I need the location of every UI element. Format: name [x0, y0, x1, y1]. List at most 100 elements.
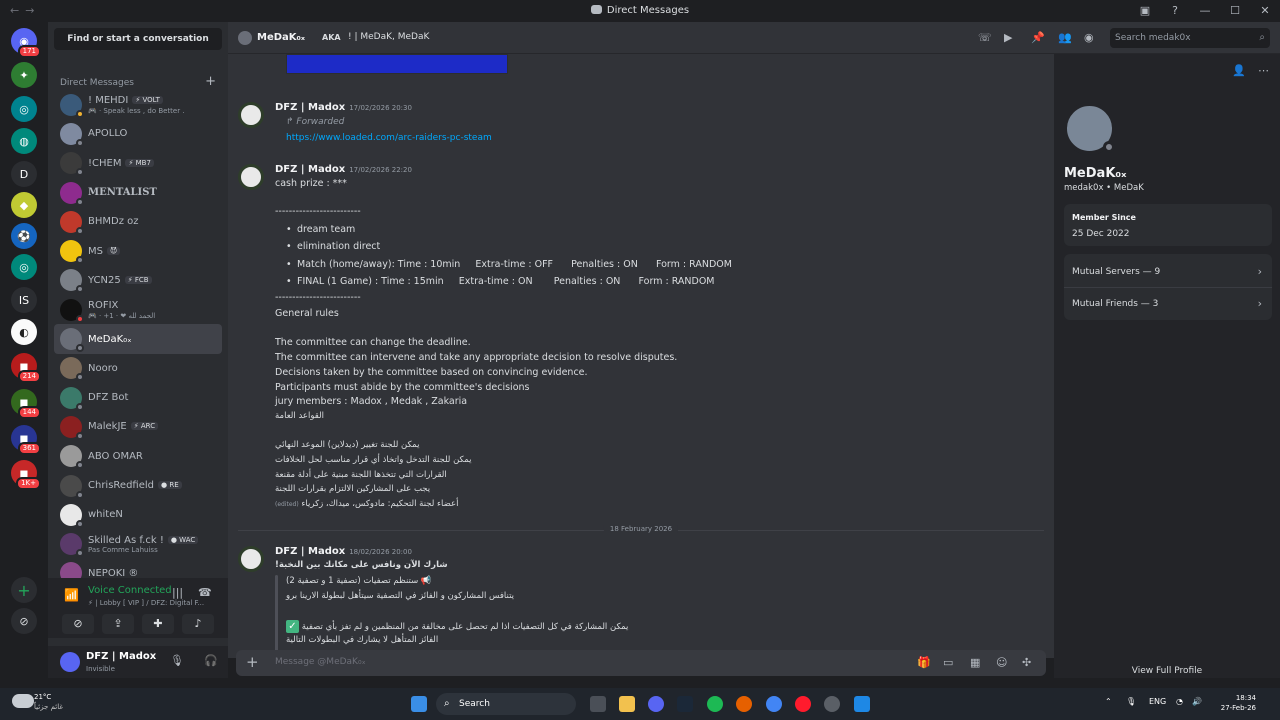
opera-icon[interactable]: [795, 696, 811, 712]
soundboard-icon[interactable]: ♪: [182, 614, 214, 634]
noise-suppression-icon[interactable]: |||: [172, 586, 183, 599]
composer-placeholder[interactable]: Message @MeDaK₀ₓ: [275, 657, 366, 667]
dm-list-item[interactable]: YCN25 ⚡ FCB: [54, 266, 222, 295]
emoji-icon[interactable]: ☺: [996, 656, 1007, 669]
app-icon[interactable]: [854, 696, 870, 712]
add-friend-icon[interactable]: 👤: [1232, 64, 1246, 77]
settings-app-icon[interactable]: [824, 696, 840, 712]
message-author[interactable]: DFZ | Madox 18/02/2026 20:00: [275, 546, 412, 557]
message-composer[interactable]: + Message @MeDaK₀ₓ 🎁 ▭ ▦ ☺ ✣: [236, 650, 1046, 676]
author-name[interactable]: DFZ | Madox: [275, 102, 345, 113]
mutual-friends-button[interactable]: Mutual Friends — 3: [1072, 299, 1158, 309]
language-indicator[interactable]: ENG: [1149, 697, 1166, 706]
screen-share-icon[interactable]: ⇪: [102, 614, 134, 634]
dm-list-item[interactable]: ROFIX 🎮 · +1 · ❤ الحمد لله: [54, 295, 222, 324]
avatar[interactable]: [238, 102, 264, 128]
user-name[interactable]: DFZ | Madox: [86, 651, 156, 662]
help-icon[interactable]: ?: [1160, 0, 1190, 22]
dm-list-item[interactable]: MalekJE ⚡ ARC: [54, 412, 222, 441]
chevron-right-icon[interactable]: ›: [1258, 297, 1262, 310]
firefox-icon[interactable]: [736, 696, 752, 712]
task-view-icon[interactable]: [590, 696, 606, 712]
server-icon[interactable]: ◐: [11, 319, 37, 345]
headphones-icon[interactable]: 🎧: [204, 654, 218, 667]
weather-desc[interactable]: غائم جزئياً: [34, 703, 63, 711]
chat-header-name[interactable]: MeDaK₀ₓ: [257, 32, 305, 43]
avatar[interactable]: [238, 164, 264, 190]
dm-list-item[interactable]: MENTALIST: [54, 178, 222, 207]
server-icon[interactable]: ◼ 144: [11, 389, 41, 419]
mutual-servers-button[interactable]: Mutual Servers — 9: [1072, 267, 1160, 277]
maximize-button[interactable]: ☐: [1220, 0, 1250, 22]
dm-list-item[interactable]: Skilled As f.ck ! ● WAC Pas Comme Lahuiss: [54, 529, 222, 558]
wifi-icon[interactable]: ◔: [1176, 697, 1183, 706]
dm-list-item[interactable]: Nooro: [54, 354, 222, 383]
gift-icon[interactable]: 🎁: [917, 656, 931, 669]
create-dm-button[interactable]: +: [205, 74, 216, 89]
sticker-icon[interactable]: ▦: [970, 656, 980, 669]
microphone-tray-icon[interactable]: 🎙: [1126, 697, 1136, 706]
voice-channel[interactable]: ⚡ | Lobby [ VIP ] / DFZ: Digital F...: [88, 599, 204, 607]
gif-icon[interactable]: ▭: [943, 656, 953, 669]
search-input[interactable]: Search medak0x ⌕: [1110, 28, 1270, 48]
find-conversation-button[interactable]: Find or start a conversation: [54, 28, 222, 50]
dm-list-item[interactable]: !CHEM ⚡ MB7: [54, 149, 222, 178]
activities-icon[interactable]: ✚: [142, 614, 174, 634]
voice-call-icon[interactable]: ☏: [978, 31, 992, 44]
microphone-icon[interactable]: 🎙: [170, 654, 184, 667]
dm-list-item[interactable]: MeDaK₀ₓ: [54, 324, 222, 354]
server-icon[interactable]: ◎: [11, 96, 37, 122]
tray-chevron-icon[interactable]: ⌃: [1105, 697, 1112, 706]
message-link[interactable]: https://www.loaded.com/arc-raiders-pc-st…: [286, 133, 492, 143]
dm-list-item[interactable]: APOLLO: [54, 119, 222, 148]
spotify-icon[interactable]: [707, 696, 723, 712]
server-icon[interactable]: ◼ 214: [11, 353, 41, 383]
dm-list-item[interactable]: BHMDz oz: [54, 207, 222, 236]
more-options-icon[interactable]: ⋯: [1258, 64, 1269, 77]
server-icon[interactable]: ◉ 171: [11, 28, 41, 58]
embed-image[interactable]: [286, 54, 508, 74]
avatar[interactable]: [60, 652, 80, 672]
server-icon[interactable]: ◼ 361: [11, 425, 41, 455]
server-icon[interactable]: ◎: [11, 254, 37, 280]
dm-list-item[interactable]: ChrisRedfield ● RE: [54, 471, 222, 500]
attach-plus-icon[interactable]: +: [246, 653, 259, 671]
weather-temp[interactable]: 21°C: [34, 693, 51, 701]
dm-list-item[interactable]: ! MEHDI ⚡ VOLT 🎮 · Speak less , do Better …: [54, 90, 222, 119]
disconnect-icon[interactable]: ☎: [198, 586, 212, 599]
message-author[interactable]: DFZ | Madox 17/02/2026 20:30: [275, 102, 412, 113]
volume-icon[interactable]: 🔊: [1192, 697, 1202, 706]
chrome-icon[interactable]: [766, 696, 782, 712]
view-full-profile-link[interactable]: View Full Profile: [1054, 666, 1280, 676]
server-icon[interactable]: D: [11, 161, 37, 187]
server-icon[interactable]: ✦: [11, 62, 37, 88]
pin-icon[interactable]: 📌: [1031, 31, 1045, 44]
avatar[interactable]: [238, 546, 264, 572]
file-explorer-icon[interactable]: [619, 696, 635, 712]
camera-off-icon[interactable]: ⊘: [62, 614, 94, 634]
close-button[interactable]: ✕: [1250, 0, 1280, 22]
server-icon[interactable]: ◍: [11, 128, 37, 154]
steam-icon[interactable]: [677, 696, 693, 712]
user-profile-icon[interactable]: ◉: [1084, 31, 1094, 44]
discover-button[interactable]: ⊘: [11, 608, 37, 634]
add-friends-icon[interactable]: 👥: [1058, 31, 1072, 44]
author-name[interactable]: DFZ | Madox: [275, 546, 345, 557]
inbox-icon[interactable]: ▣: [1130, 0, 1160, 22]
discord-taskbar-icon[interactable]: [648, 696, 664, 712]
chevron-right-icon[interactable]: ›: [1258, 265, 1262, 278]
dm-list-item[interactable]: ABO OMAR: [54, 442, 222, 471]
server-icon[interactable]: IS: [11, 287, 37, 313]
clock[interactable]: 18:34 27-Feb-26: [1216, 693, 1256, 713]
weather-icon[interactable]: [12, 694, 34, 708]
message-author[interactable]: DFZ | Madox 17/02/2026 22:20: [275, 164, 412, 175]
apps-icon[interactable]: ✣: [1022, 656, 1031, 669]
dm-list-item[interactable]: DFZ Bot: [54, 383, 222, 412]
voice-status[interactable]: Voice Connected: [88, 585, 172, 596]
taskbar-search[interactable]: ⌕ Search: [436, 693, 576, 715]
add-server-button[interactable]: +: [11, 577, 37, 603]
author-name[interactable]: DFZ | Madox: [275, 164, 345, 175]
dm-list-item[interactable]: whiteN: [54, 500, 222, 529]
windows-start-icon[interactable]: [411, 696, 427, 712]
minimize-button[interactable]: —: [1190, 0, 1220, 22]
